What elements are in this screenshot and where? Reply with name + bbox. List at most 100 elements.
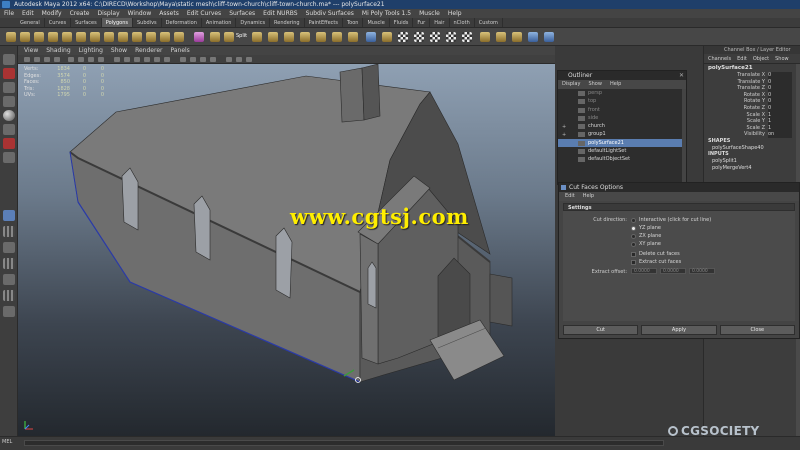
menu-display[interactable]: Display	[98, 9, 120, 18]
shadows-icon[interactable]	[164, 57, 170, 62]
cylindrical-mapping-icon[interactable]	[430, 32, 440, 42]
split-label[interactable]: Split	[236, 33, 247, 39]
hq-render-icon[interactable]	[210, 57, 216, 62]
poly-sphere-icon[interactable]	[6, 32, 16, 42]
poly-torus-icon[interactable]	[76, 32, 86, 42]
shelf-tab-deformation[interactable]: Deformation	[162, 18, 202, 27]
shelf-tab-rendering[interactable]: Rendering	[270, 18, 305, 27]
collapse-icon[interactable]	[332, 32, 342, 42]
viewport-menu-view[interactable]: View	[24, 46, 38, 55]
offset-edge-loop-icon[interactable]	[284, 32, 294, 42]
wireframe-icon[interactable]	[114, 57, 120, 62]
attr-rotate-z[interactable]: Rotate Z0	[704, 104, 800, 112]
settings-section-header[interactable]: Settings	[563, 203, 795, 211]
menu-window[interactable]: Window	[128, 9, 152, 18]
outliner-item-side[interactable]: side	[558, 114, 686, 122]
outliner-scrollbar[interactable]	[682, 89, 686, 184]
viewport-menu-show[interactable]: Show	[111, 46, 127, 55]
attr-rotate-x[interactable]: Rotate X0	[704, 91, 800, 99]
menu-edit[interactable]: Edit	[22, 9, 34, 18]
reduce-icon[interactable]	[382, 32, 392, 42]
harden-edge-icon[interactable]	[544, 32, 554, 42]
textured-icon[interactable]	[144, 57, 150, 62]
wireframe-on-shaded-icon[interactable]	[134, 57, 140, 62]
automatic-mapping-icon[interactable]	[462, 32, 472, 42]
close-button[interactable]: Close	[719, 325, 795, 335]
outliner-titlebar[interactable]: Outliner ✕	[558, 71, 686, 80]
menu-edit-curves[interactable]: Edit Curves	[187, 9, 221, 18]
film-gate-icon[interactable]	[78, 57, 84, 62]
outliner-item-defaultobjectset[interactable]: defaultObjectSet	[558, 155, 686, 163]
channel-menu-object[interactable]: Object	[753, 54, 769, 63]
menu-help[interactable]: Help	[448, 9, 462, 18]
smooth-shade-icon[interactable]	[124, 57, 130, 62]
menu-file[interactable]: File	[4, 9, 14, 18]
poly-plane-icon[interactable]	[62, 32, 72, 42]
bevel-icon[interactable]	[300, 32, 310, 42]
close-icon[interactable]: ✕	[679, 71, 684, 80]
viewport-menu-shading[interactable]: Shading	[46, 46, 70, 55]
apply-button[interactable]: Apply	[641, 325, 717, 335]
xray-icon[interactable]	[180, 57, 186, 62]
insert-edge-loop-icon[interactable]	[268, 32, 278, 42]
poly-helix-icon[interactable]	[132, 32, 142, 42]
cut-faces-titlebar[interactable]: Cut Faces Options	[559, 183, 799, 192]
shelf-tab-ncloth[interactable]: nCloth	[450, 18, 475, 27]
sew-uv-icon[interactable]	[496, 32, 506, 42]
two-view-layout-icon[interactable]	[3, 290, 15, 301]
poly-cylinder-icon[interactable]	[34, 32, 44, 42]
poly-soccer-ball-icon[interactable]	[146, 32, 156, 42]
bookmark-icon[interactable]	[44, 57, 50, 62]
soften-edge-icon[interactable]	[528, 32, 538, 42]
delete-edge-icon[interactable]	[348, 32, 358, 42]
isolate-select-icon[interactable]	[200, 57, 206, 62]
shelf-tab-polygons[interactable]: Polygons	[101, 18, 133, 27]
combine-icon[interactable]	[160, 32, 170, 42]
outliner-layout-icon[interactable]	[3, 306, 15, 317]
spherical-mapping-icon[interactable]	[446, 32, 456, 42]
channel-menu-edit[interactable]: Edit	[737, 54, 747, 63]
attr-translate-z[interactable]: Translate Z0	[704, 85, 800, 92]
viewport-menu-panels[interactable]: Panels	[170, 46, 189, 55]
move-tool-icon[interactable]	[3, 96, 15, 107]
four-view-layout-icon[interactable]	[3, 226, 15, 237]
anti-alias-icon[interactable]	[236, 57, 242, 62]
channel-menu-channels[interactable]: Channels	[708, 54, 731, 63]
resolution-gate-icon[interactable]	[88, 57, 94, 62]
direction-interactive-radio[interactable]: Interactive (click for cut line)	[631, 217, 711, 223]
persp-outliner-layout-icon[interactable]	[3, 242, 15, 253]
shelf-tab-fluids[interactable]: Fluids	[390, 18, 414, 27]
shelf-tab-general[interactable]: General	[16, 18, 45, 27]
shelf-tab-custom[interactable]: Custom	[475, 18, 503, 27]
extract-offset-x-field[interactable]: 0.0000	[631, 268, 657, 274]
depth-of-field-icon[interactable]	[246, 57, 252, 62]
camera-attributes-icon[interactable]	[34, 57, 40, 62]
outliner-item-church[interactable]: + church	[558, 122, 686, 130]
poly-pipe-icon[interactable]	[118, 32, 128, 42]
outliner-menu-help[interactable]: Help	[610, 80, 621, 89]
channel-menu-show[interactable]: Show	[775, 54, 789, 63]
shelf-tab-fur[interactable]: Fur	[413, 18, 431, 27]
menu-modify[interactable]: Modify	[42, 9, 62, 18]
outliner-item-top[interactable]: top	[558, 97, 686, 105]
delete-cut-faces-checkbox[interactable]: Delete cut faces	[631, 251, 680, 257]
planar-mapping-icon[interactable]	[414, 32, 424, 42]
outliner-item-group1[interactable]: + group1	[558, 130, 686, 138]
extract-offset-y-field[interactable]: 0.0000	[660, 268, 686, 274]
separate-icon[interactable]	[174, 32, 184, 42]
shelf-tab-toon[interactable]: Toon	[343, 18, 364, 27]
menu-create[interactable]: Create	[70, 9, 90, 18]
direction-xy-plane-radio[interactable]: XY plane	[631, 241, 661, 247]
attr-visibility[interactable]: Visibility on	[704, 131, 800, 138]
attr-translate-y[interactable]: Translate Y0	[704, 78, 800, 86]
attr-rotate-y[interactable]: Rotate Y0	[704, 98, 800, 105]
cut-uv-icon[interactable]	[512, 32, 522, 42]
attr-translate-x[interactable]: Translate X0	[704, 72, 800, 79]
manipulator-icon[interactable]	[3, 138, 15, 149]
direction-yz-plane-radio[interactable]: YZ plane	[631, 225, 661, 231]
mel-label[interactable]: MEL	[2, 439, 12, 445]
cut-button[interactable]: Cut	[563, 325, 639, 335]
command-line-input[interactable]	[24, 440, 664, 446]
append-polygon-icon[interactable]	[252, 32, 262, 42]
attr-scale-x[interactable]: Scale X1	[704, 111, 800, 119]
